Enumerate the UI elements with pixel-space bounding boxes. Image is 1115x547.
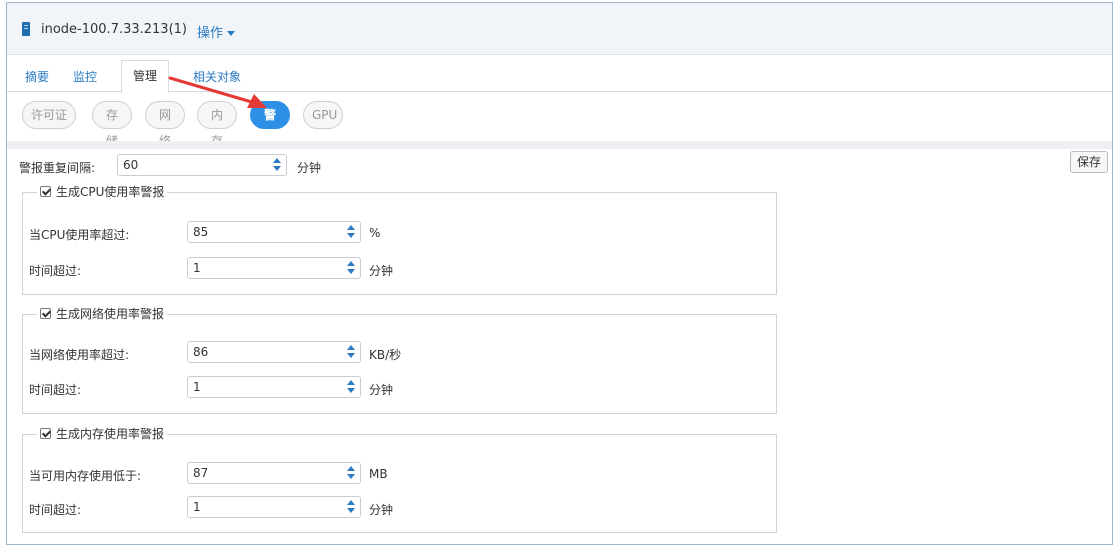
network-alarm-legend[interactable]: 生成网络使用率警报 bbox=[37, 306, 168, 322]
alarm-interval-value: 60 bbox=[123, 158, 139, 172]
memory-duration-spinner[interactable]: 1 bbox=[187, 496, 361, 518]
spinner-arrows-icon[interactable] bbox=[270, 157, 284, 173]
spinner-arrows-icon[interactable] bbox=[344, 499, 358, 515]
memory-duration-unit: 分钟 bbox=[369, 503, 394, 517]
subtab-license[interactable]: 许可证 bbox=[22, 101, 76, 129]
network-threshold-unit: KB/秒 bbox=[369, 348, 402, 362]
save-button[interactable]: 保存 bbox=[1069, 151, 1108, 173]
subtab-storage[interactable]: 存储 bbox=[92, 101, 132, 148]
memory-threshold-value: 87 bbox=[193, 466, 209, 480]
checkbox-checked-icon[interactable] bbox=[40, 186, 51, 197]
spinner-arrows-icon[interactable] bbox=[344, 379, 358, 395]
host-title: inode-100.7.33.213(1) bbox=[41, 22, 187, 37]
spinner-arrows-icon[interactable] bbox=[344, 344, 358, 360]
annotation-arrow-icon bbox=[168, 76, 267, 108]
alarm-config-panel: 警报重复间隔: 60 分钟 保存 生成CPU使用率警报 当CPU使用率超过: 8… bbox=[7, 141, 1112, 544]
caret-down-icon bbox=[227, 31, 236, 36]
network-duration-value: 1 bbox=[193, 380, 201, 394]
server-icon bbox=[22, 22, 30, 36]
network-duration-label: 时间超过: bbox=[29, 383, 82, 397]
header-bar: inode-100.7.33.213(1) 操作 bbox=[7, 3, 1112, 55]
cpu-threshold-label: 当CPU使用率超过: bbox=[29, 228, 130, 242]
main-frame: inode-100.7.33.213(1) 操作 摘要 监控 管理 相关对象 许… bbox=[6, 2, 1113, 545]
cpu-threshold-value: 85 bbox=[193, 225, 209, 239]
cpu-duration-unit: 分钟 bbox=[369, 264, 394, 278]
network-threshold-spinner[interactable]: 86 bbox=[187, 341, 361, 363]
checkbox-checked-icon[interactable] bbox=[40, 308, 51, 319]
operations-menu-label: 操作 bbox=[197, 26, 224, 41]
alarm-interval-spinner[interactable]: 60 bbox=[117, 154, 287, 176]
network-threshold-label: 当网络使用率超过: bbox=[29, 348, 130, 362]
cpu-threshold-spinner[interactable]: 85 bbox=[187, 221, 361, 243]
memory-threshold-unit: MB bbox=[369, 467, 388, 481]
checkbox-checked-icon[interactable] bbox=[40, 428, 51, 439]
cpu-duration-spinner[interactable]: 1 bbox=[187, 257, 361, 279]
cpu-threshold-unit: % bbox=[369, 226, 381, 240]
operations-menu[interactable]: 操作 bbox=[197, 22, 236, 41]
memory-duration-value: 1 bbox=[193, 500, 201, 514]
panel-top-strip bbox=[7, 141, 1112, 149]
cpu-duration-value: 1 bbox=[193, 261, 201, 275]
subtab-gpu[interactable]: GPU bbox=[303, 101, 343, 129]
memory-threshold-label: 当可用内存使用低于: bbox=[29, 469, 142, 483]
cpu-alarm-legend[interactable]: 生成CPU使用率警报 bbox=[37, 184, 168, 200]
alarm-interval-label: 警报重复间隔: bbox=[19, 161, 96, 175]
memory-alarm-legend[interactable]: 生成内存使用率警报 bbox=[37, 426, 168, 442]
cpu-alarm-group bbox=[22, 192, 777, 295]
network-threshold-value: 86 bbox=[193, 345, 209, 359]
tab-monitor[interactable]: 监控 bbox=[69, 64, 101, 92]
network-duration-unit: 分钟 bbox=[369, 383, 394, 397]
network-duration-spinner[interactable]: 1 bbox=[187, 376, 361, 398]
tab-manage[interactable]: 管理 bbox=[121, 60, 169, 93]
network-alarm-group bbox=[22, 314, 777, 414]
spinner-arrows-icon[interactable] bbox=[344, 260, 358, 276]
network-alarm-title: 生成网络使用率警报 bbox=[56, 307, 165, 321]
memory-alarm-title: 生成内存使用率警报 bbox=[56, 427, 165, 441]
tab-summary[interactable]: 摘要 bbox=[21, 64, 53, 92]
cpu-duration-label: 时间超过: bbox=[29, 264, 82, 278]
cpu-alarm-title: 生成CPU使用率警报 bbox=[56, 185, 165, 199]
spinner-arrows-icon[interactable] bbox=[344, 465, 358, 481]
memory-duration-label: 时间超过: bbox=[29, 503, 82, 517]
alarm-interval-unit: 分钟 bbox=[297, 161, 322, 175]
spinner-arrows-icon[interactable] bbox=[344, 224, 358, 240]
memory-threshold-spinner[interactable]: 87 bbox=[187, 462, 361, 484]
